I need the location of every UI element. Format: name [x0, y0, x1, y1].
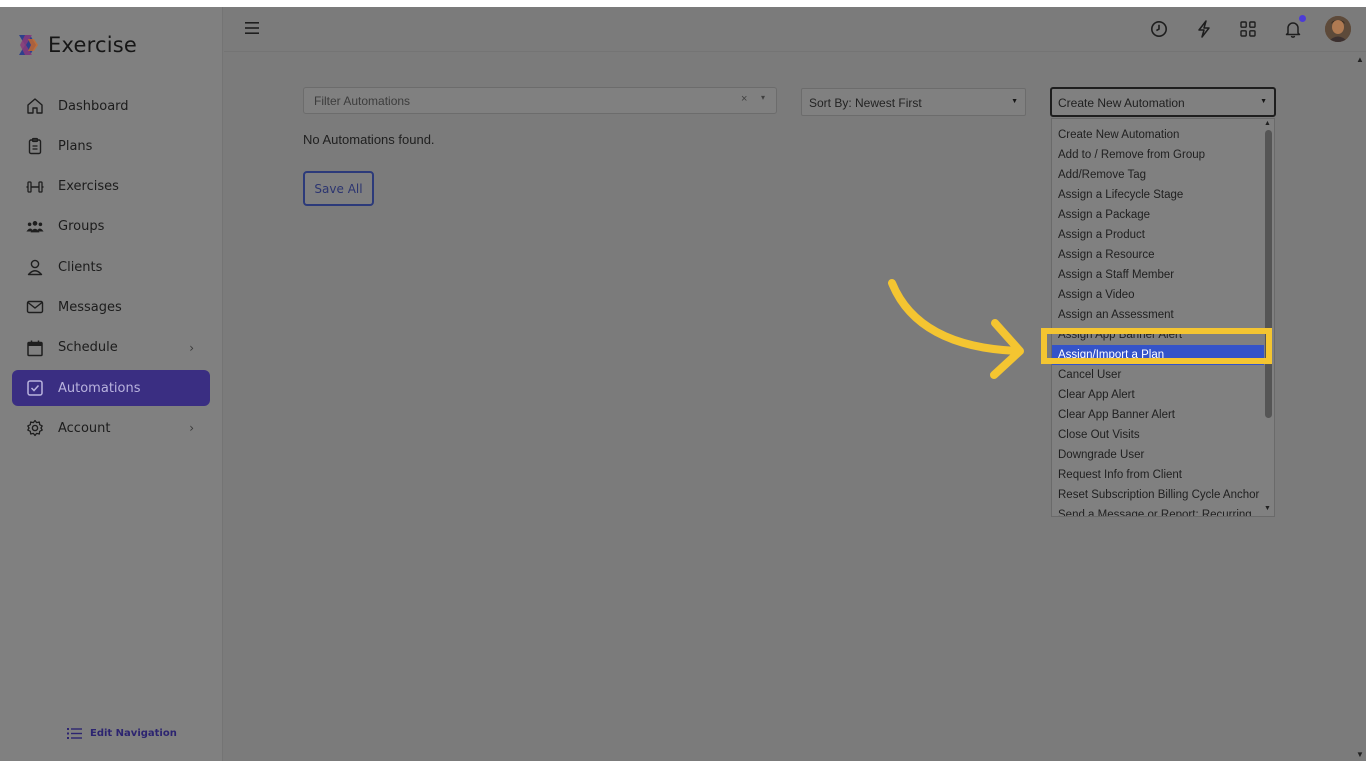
hamburger-menu-icon[interactable]	[244, 20, 260, 36]
edit-navigation-label: Edit Navigation	[90, 728, 177, 739]
automation-type-dropdown: Create New Automation Add to / Remove fro…	[1051, 118, 1275, 517]
exercise-logo-icon	[19, 35, 38, 55]
dropdown-option[interactable]: Assign a Video	[1052, 285, 1264, 305]
sidebar-item-label: Dashboard	[58, 98, 129, 114]
sidebar-item-clients[interactable]: Clients	[12, 249, 210, 285]
checkbox-icon	[26, 379, 44, 397]
filter-clear-icon[interactable]: ×	[741, 93, 747, 105]
dropdown-option[interactable]: Assign a Product	[1052, 225, 1264, 245]
sidebar-item-label: Account	[58, 420, 111, 436]
dropdown-option[interactable]: Assign App Banner Alert	[1052, 325, 1264, 345]
brand-name: Exercise	[48, 33, 137, 57]
group-icon	[26, 218, 44, 236]
edit-navigation-link[interactable]: Edit Navigation	[67, 727, 177, 740]
dropdown-option[interactable]: Assign an Assessment	[1052, 305, 1264, 325]
avatar[interactable]	[1325, 16, 1351, 42]
app-window: Exercise Dashboard Plans Exercises Groups Cl…	[0, 7, 1366, 761]
filter-automations-input[interactable]: Filter Automations	[303, 87, 777, 114]
sidebar-item-label: Messages	[58, 299, 122, 315]
gear-icon	[26, 419, 44, 437]
dropdown-option[interactable]: Create New Automation	[1052, 125, 1264, 145]
scroll-up-arrow-icon[interactable]: ▲	[1264, 120, 1271, 127]
save-all-button[interactable]: Save All	[303, 171, 374, 206]
filter-caret-icon[interactable]: ▾	[761, 93, 765, 102]
sort-select[interactable]: Sort By: Newest First ▼	[801, 88, 1026, 116]
sidebar-item-label: Clients	[58, 259, 103, 275]
chevron-right-icon: ›	[189, 340, 194, 355]
dropdown-option[interactable]: Assign a Staff Member	[1052, 265, 1264, 285]
dropdown-option[interactable]: Downgrade User	[1052, 445, 1264, 465]
create-automation-value: Create New Automation	[1058, 96, 1185, 110]
bell-icon[interactable]	[1282, 15, 1306, 40]
home-icon	[26, 97, 44, 115]
page-scroll-up-icon[interactable]: ▲	[1356, 55, 1364, 64]
tutorial-arrow-icon	[888, 279, 1024, 379]
sidebar-item-plans[interactable]: Plans	[12, 128, 210, 164]
dropdown-option[interactable]: Assign a Resource	[1052, 245, 1264, 265]
sidebar-item-schedule[interactable]: Schedule ›	[12, 330, 210, 366]
dropdown-scrollbar-thumb[interactable]	[1265, 130, 1272, 418]
dropdown-option[interactable]: Send a Message or Report: Recurring	[1052, 505, 1264, 516]
list-icon	[67, 728, 82, 739]
sidebar-item-label: Schedule	[58, 340, 118, 356]
scroll-down-arrow-icon[interactable]: ▼	[1264, 505, 1271, 512]
create-automation-select[interactable]: Create New Automation ▼	[1050, 87, 1276, 117]
sidebar-item-exercises[interactable]: Exercises	[12, 169, 210, 205]
sidebar-nav: Dashboard Plans Exercises Groups Clients Mess…	[12, 88, 210, 451]
dropdown-option[interactable]: Assign/Import a Plan	[1052, 345, 1264, 365]
sidebar-item-label: Exercises	[58, 179, 119, 195]
dropdown-option[interactable]: Assign a Package	[1052, 205, 1264, 225]
sidebar: Exercise Dashboard Plans Exercises Groups Cl…	[0, 7, 223, 761]
dropdown-option[interactable]: Add/Remove Tag	[1052, 165, 1264, 185]
user-icon	[26, 258, 44, 276]
chevron-down-icon: ▼	[1011, 98, 1018, 105]
apps-grid-icon[interactable]	[1237, 18, 1259, 40]
dropdown-option[interactable]: Reset Subscription Billing Cycle Anchor	[1052, 485, 1264, 505]
sidebar-item-messages[interactable]: Messages	[12, 289, 210, 325]
sidebar-item-label: Automations	[58, 380, 141, 396]
clock-icon[interactable]	[1148, 18, 1170, 40]
sidebar-item-dashboard[interactable]: Dashboard	[12, 88, 210, 124]
dumbbell-icon	[26, 178, 44, 196]
chevron-down-icon: ▼	[1260, 98, 1267, 105]
page-scroll-down-icon[interactable]: ▼	[1356, 750, 1364, 759]
sidebar-item-groups[interactable]: Groups	[12, 209, 210, 245]
dropdown-option[interactable]: Assign a Lifecycle Stage	[1052, 185, 1264, 205]
topbar	[224, 7, 1366, 52]
dropdown-option[interactable]: Clear App Banner Alert	[1052, 405, 1264, 425]
empty-state-message: No Automations found.	[303, 132, 435, 147]
dropdown-option[interactable]: Cancel User	[1052, 365, 1264, 385]
calendar-icon	[26, 339, 44, 357]
sidebar-item-label: Groups	[58, 219, 105, 235]
dropdown-option[interactable]: Clear App Alert	[1052, 385, 1264, 405]
sort-select-value: Sort By: Newest First	[809, 96, 922, 110]
sidebar-item-automations[interactable]: Automations	[12, 370, 210, 407]
dropdown-option[interactable]: Add to / Remove from Group	[1052, 145, 1264, 165]
chevron-right-icon: ›	[189, 421, 194, 436]
clipboard-icon	[26, 137, 44, 155]
brand[interactable]: Exercise	[16, 33, 137, 57]
dropdown-option[interactable]: Close Out Visits	[1052, 425, 1264, 445]
envelope-icon	[26, 298, 44, 316]
sidebar-item-account[interactable]: Account ›	[12, 410, 210, 446]
dropdown-option[interactable]: Request Info from Client	[1052, 465, 1264, 485]
notification-dot	[1299, 15, 1306, 22]
lightning-icon[interactable]	[1193, 18, 1215, 40]
sidebar-item-label: Plans	[58, 138, 93, 154]
